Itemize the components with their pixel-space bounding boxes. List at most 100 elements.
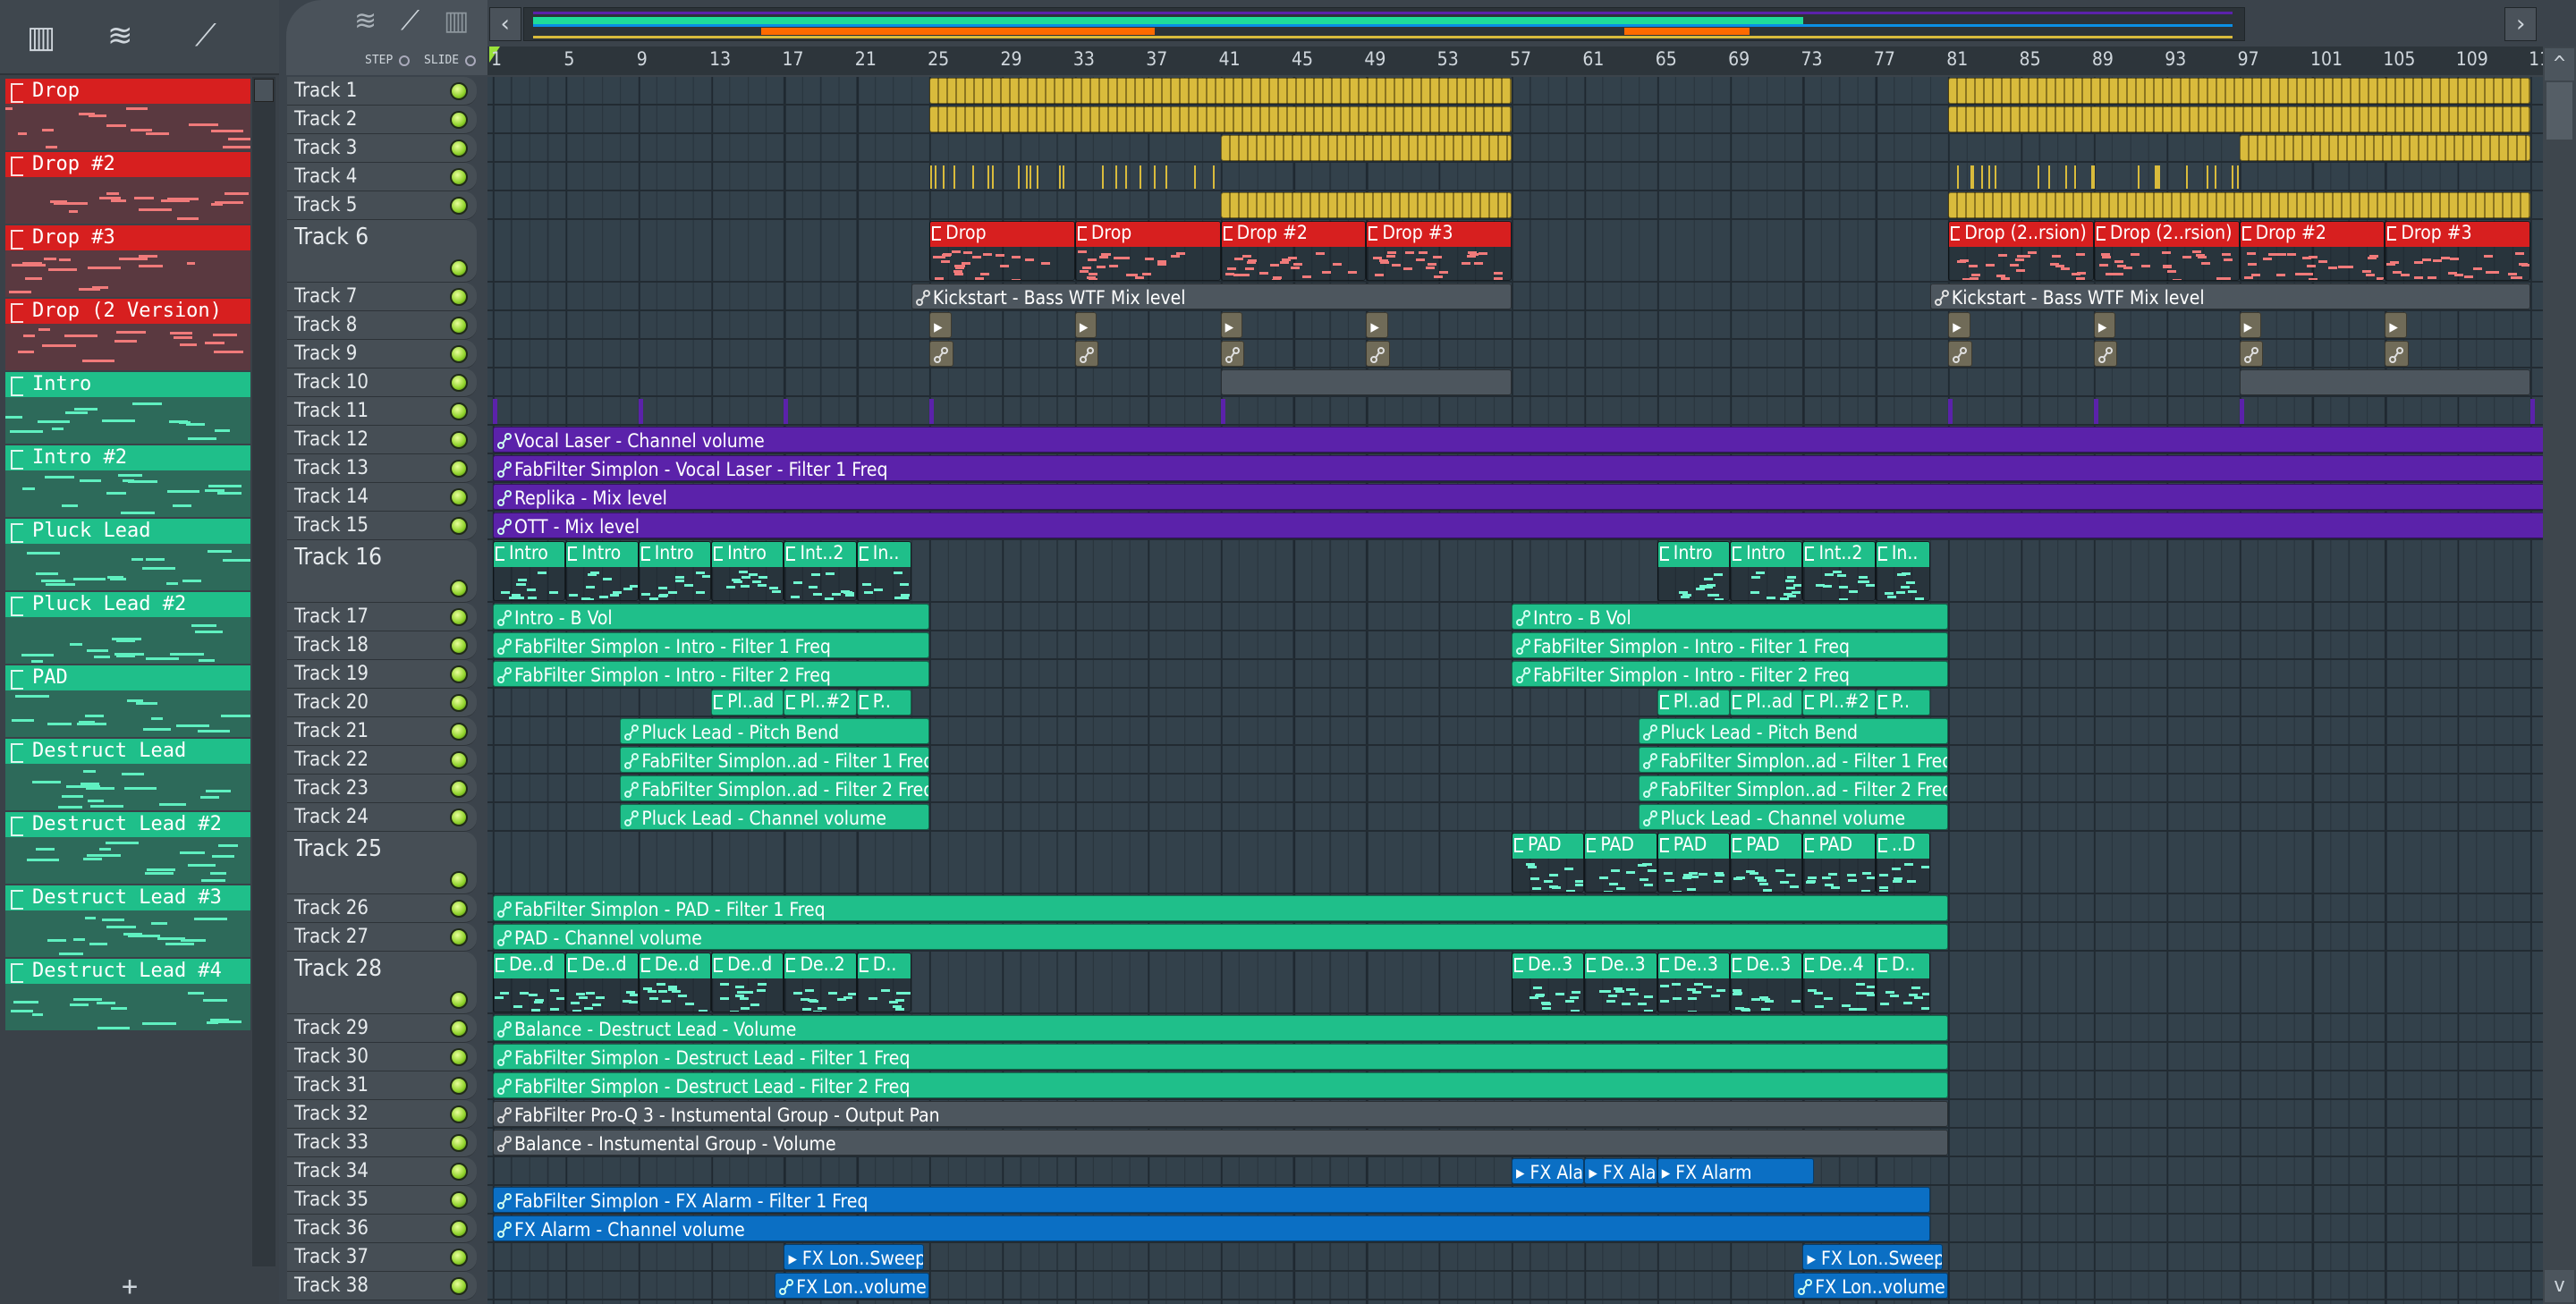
automation-clip[interactable]: FX Lon..volume xyxy=(775,1273,930,1299)
audio-clip[interactable] xyxy=(2239,135,2531,161)
audio-clip[interactable]: ▸ xyxy=(1220,312,1242,338)
audio-slice[interactable] xyxy=(1987,165,1990,189)
marker-clip[interactable] xyxy=(1220,399,1225,424)
track-header[interactable]: Track 36 xyxy=(287,1215,477,1243)
scroll-right-button[interactable]: › xyxy=(2504,7,2537,41)
track-mute-button[interactable] xyxy=(450,517,468,535)
track-mute-button[interactable] xyxy=(450,637,468,655)
automation-clip[interactable]: FabFilter Pro-Q 3 - Instumental Group - … xyxy=(493,1101,1949,1127)
pattern-clip[interactable]: De..d xyxy=(638,953,712,1012)
track-header[interactable]: Track 32 xyxy=(287,1100,477,1129)
track-header[interactable]: Track 31 xyxy=(287,1071,477,1100)
automation-clip[interactable]: FabFilter Simplon - Intro - Filter 2 Fre… xyxy=(1512,661,1949,687)
track-mute-button[interactable] xyxy=(450,871,468,889)
slide-toggle[interactable] xyxy=(465,55,476,66)
track-header[interactable]: Track 27 xyxy=(287,923,477,952)
pattern-clip[interactable]: Intro xyxy=(1657,541,1731,601)
audio-clip[interactable] xyxy=(1948,78,2531,104)
track-header[interactable]: Track 14 xyxy=(287,483,477,512)
track-header[interactable]: Track 10 xyxy=(287,368,477,397)
audio-clip[interactable]: ▸ xyxy=(1366,312,1388,338)
track-mute-button[interactable] xyxy=(450,402,468,420)
pattern-clip[interactable]: Intro xyxy=(1730,541,1803,601)
pattern-clip[interactable]: PAD xyxy=(1802,833,1876,893)
track-mute-button[interactable] xyxy=(450,991,468,1009)
audio-clip[interactable]: ▸ FX Alarm xyxy=(1584,1158,1657,1184)
track-header[interactable]: Track 38 xyxy=(287,1272,477,1300)
automation-clip[interactable]: Replika - Mix level xyxy=(493,484,2543,510)
audio-slice[interactable] xyxy=(2206,165,2208,189)
track-header[interactable]: Track 22 xyxy=(287,746,477,775)
automation-clip[interactable] xyxy=(2239,341,2264,367)
picker-item[interactable]: Destruct Lead #4 xyxy=(5,959,250,1032)
audio-slice[interactable] xyxy=(2231,165,2233,189)
audio-slice[interactable] xyxy=(1165,165,1168,189)
audio-clip[interactable]: ▸ xyxy=(2385,312,2407,338)
automation-clip[interactable]: Balance - Destruct Lead - Volume xyxy=(493,1015,1949,1041)
audio-clip[interactable]: ▸ xyxy=(929,312,952,338)
automation-clip[interactable]: OTT - Mix level xyxy=(493,512,2543,538)
track-header[interactable]: Track 33 xyxy=(287,1129,477,1157)
vertical-scrollbar[interactable] xyxy=(2543,47,2576,1304)
audio-slice[interactable] xyxy=(2158,165,2161,189)
track-mute-button[interactable] xyxy=(450,1020,468,1037)
automation-clip[interactable]: Intro - B Vol xyxy=(1512,604,1949,630)
track-mute-button[interactable] xyxy=(450,1220,468,1238)
track-header[interactable]: Track 30 xyxy=(287,1043,477,1071)
audio-clip[interactable]: ▸ xyxy=(1074,312,1097,338)
track-header[interactable]: Track 4 xyxy=(287,163,477,191)
playlist-grid[interactable]: Drop Drop Drop #2 Drop #3 Drop (2..rsion) Dro… xyxy=(487,77,2543,1304)
track-header[interactable]: Track 3 xyxy=(287,134,477,163)
waveform-icon[interactable]: ≋ xyxy=(354,5,377,37)
track-header[interactable]: Track 29 xyxy=(287,1014,477,1043)
picker-scrollbar[interactable] xyxy=(252,77,275,1266)
pattern-clip[interactable]: Pl..#2 xyxy=(1802,690,1876,716)
pattern-clip[interactable]: ..D xyxy=(1875,833,1930,893)
track-mute-button[interactable] xyxy=(450,488,468,506)
audio-slice[interactable] xyxy=(1193,165,1196,189)
pattern-clip[interactable]: De..d xyxy=(493,953,566,1012)
pattern-clip[interactable]: PAD xyxy=(1584,833,1657,893)
picker-item[interactable]: Destruct Lead #2 xyxy=(5,812,250,885)
picker-item[interactable]: Intro #2 xyxy=(5,445,250,519)
track-header[interactable]: Track 2 xyxy=(287,106,477,134)
audio-slice[interactable] xyxy=(1972,165,1975,189)
pattern-clip[interactable]: Intro xyxy=(565,541,639,601)
audio-clip[interactable]: ▸ xyxy=(1948,312,1970,338)
automation-clip[interactable]: FabFilter Simplon - Destruct Lead - Filt… xyxy=(493,1044,1949,1070)
audio-slice[interactable] xyxy=(2092,165,2095,189)
track-header[interactable]: Track 28 xyxy=(287,952,477,1014)
track-header[interactable]: Track 17 xyxy=(287,603,477,631)
marker-clip[interactable] xyxy=(2530,399,2536,424)
pattern-clip[interactable]: Pl..ad xyxy=(711,690,784,716)
picker-item[interactable]: Drop (2 Version) xyxy=(5,299,250,372)
track-mute-button[interactable] xyxy=(450,580,468,597)
picker-item[interactable]: Pluck Lead #2 xyxy=(5,592,250,665)
add-pattern-button[interactable]: + xyxy=(0,1270,259,1304)
track-mute-button[interactable] xyxy=(450,723,468,741)
track-header[interactable]: Track 24 xyxy=(287,803,477,832)
pattern-clip[interactable]: PAD xyxy=(1657,833,1731,893)
automation-clip[interactable]: FabFilter Simplon - Destruct Lead - Filt… xyxy=(493,1072,1949,1098)
track-mute-button[interactable] xyxy=(450,1105,468,1123)
track-mute-button[interactable] xyxy=(450,751,468,769)
picker-item[interactable]: Drop #2 xyxy=(5,152,250,225)
automation-clip[interactable]: Kickstart - Bass WTF Mix level xyxy=(911,284,1513,309)
audio-slice[interactable] xyxy=(1025,165,1028,189)
pattern-clip[interactable]: Drop (2..rsion) xyxy=(2093,221,2240,281)
audio-slice[interactable] xyxy=(1115,165,1118,189)
track-mute-button[interactable] xyxy=(450,1048,468,1066)
audio-clip[interactable]: ▸ xyxy=(2239,312,2262,338)
audio-slice[interactable] xyxy=(1994,165,1996,189)
audio-slice[interactable] xyxy=(2138,165,2140,189)
audio-clip[interactable] xyxy=(929,106,1513,132)
automation-clip[interactable]: Balance - Instumental Group - Volume xyxy=(493,1130,1949,1156)
pattern-clip[interactable]: D.. xyxy=(1875,953,1930,1012)
automation-clip[interactable]: Pluck Lead - Pitch Bend xyxy=(1639,718,1949,744)
automation-clip[interactable]: FabFilter Simplon..ad - Filter 1 Freq xyxy=(620,747,930,773)
track-header[interactable]: Track 13 xyxy=(287,454,477,483)
audio-clip[interactable]: ▸ FX Alarm xyxy=(1657,1158,1814,1184)
pattern-clip[interactable]: Pl..ad xyxy=(1657,690,1731,716)
audio-slice[interactable] xyxy=(2215,165,2217,189)
track-mute-button[interactable] xyxy=(450,140,468,157)
